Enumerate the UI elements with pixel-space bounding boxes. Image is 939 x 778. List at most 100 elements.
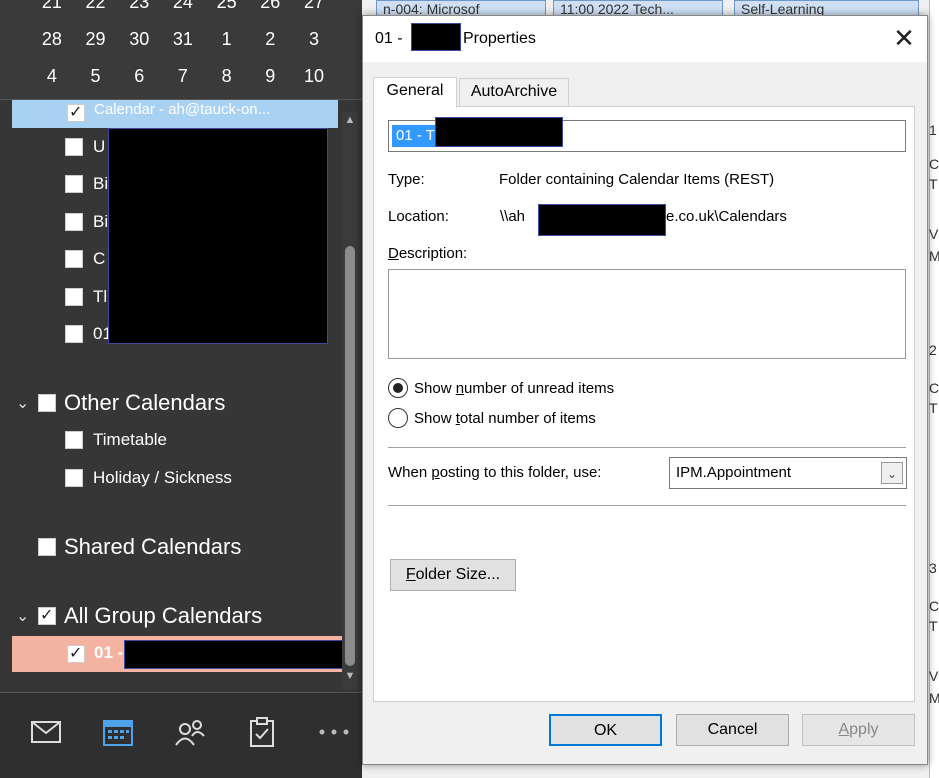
folder-scrollbar[interactable]: ▲ ▼ xyxy=(342,112,358,690)
mini-calendar-day[interactable]: 7 xyxy=(161,66,205,87)
group-checkbox[interactable] xyxy=(38,605,56,625)
mini-calendar-day[interactable]: 24 xyxy=(161,0,205,13)
folder-name-input[interactable]: 01 - T xyxy=(388,117,906,152)
calendar-checkbox[interactable] xyxy=(67,102,85,122)
description-textarea[interactable] xyxy=(388,269,906,359)
calendar-item[interactable]: U xyxy=(65,135,105,159)
folder-size-button[interactable]: Folder Size... xyxy=(390,559,516,591)
type-label: Type: xyxy=(388,171,425,188)
mini-calendar-week: 4 5 6 7 8 9 10 xyxy=(30,66,336,87)
calendar-icon[interactable] xyxy=(100,717,136,747)
folder-pane: 21 22 23 24 25 26 27 28 29 30 31 1 2 3 4… xyxy=(0,0,362,778)
redacted-region xyxy=(411,23,461,51)
more-icon[interactable] xyxy=(316,717,352,747)
type-value: Folder containing Calendar Items (REST) xyxy=(499,171,775,188)
mini-calendar-day[interactable]: 4 xyxy=(30,66,74,87)
group-label: All Group Calendars xyxy=(64,603,263,628)
close-icon[interactable]: ✕ xyxy=(891,24,917,52)
calendar-item[interactable]: Tl xyxy=(65,285,107,309)
chevron-down-icon[interactable]: ⌄ xyxy=(16,606,34,626)
calendar-checkbox[interactable] xyxy=(65,250,83,268)
mini-calendar-day[interactable]: 26 xyxy=(248,0,292,13)
chevron-down-icon[interactable]: ⌄ xyxy=(16,393,34,413)
location-value-suffix: e.co.uk\Calendars xyxy=(666,208,787,225)
calendar-item[interactable]: Bi xyxy=(65,210,108,234)
calendar-checkbox[interactable] xyxy=(65,213,83,231)
scroll-up-arrow-icon[interactable]: ▲ xyxy=(342,114,358,130)
show-total-label[interactable]: Show total number of items xyxy=(414,410,596,427)
calendar-label: Bi xyxy=(93,174,109,193)
posting-form-select[interactable]: IPM.Appointment ⌄ xyxy=(669,457,907,489)
mini-calendar-day[interactable]: 23 xyxy=(117,0,161,13)
tab-general[interactable]: General xyxy=(373,77,457,108)
selected-calendar-row[interactable]: Calendar - ah@tauck-on... xyxy=(12,100,338,128)
mini-calendar-day[interactable]: 27 xyxy=(292,0,336,13)
mini-calendar-day[interactable]: 5 xyxy=(74,66,118,87)
group-label: Shared Calendars xyxy=(64,534,242,559)
mini-calendar-day[interactable]: 31 xyxy=(161,29,205,50)
mini-calendar: 21 22 23 24 25 26 27 28 29 30 31 1 2 3 4… xyxy=(0,0,362,100)
edge-text: T xyxy=(929,400,938,416)
calendar-checkbox[interactable] xyxy=(65,175,83,193)
dialog-title: Properties xyxy=(463,30,536,47)
dialog-title-prefix: 01 - xyxy=(375,30,403,47)
calendar-item[interactable]: Holiday / Sickness xyxy=(65,466,232,490)
edge-text: C xyxy=(929,380,939,396)
calendar-label: Tl xyxy=(93,287,108,306)
calendar-item[interactable]: 01 xyxy=(65,322,112,346)
location-value-prefix: \\ah xyxy=(500,208,526,225)
mail-icon[interactable] xyxy=(28,717,64,747)
posting-form-value: IPM.Appointment xyxy=(676,464,792,481)
mini-calendar-day[interactable]: 29 xyxy=(74,29,118,50)
group-checkbox[interactable] xyxy=(38,394,56,412)
show-unread-label[interactable]: Show number of unread items xyxy=(414,380,614,397)
mini-calendar-day[interactable]: 2 xyxy=(248,29,292,50)
calendar-label: U xyxy=(93,137,106,156)
mini-calendar-day[interactable]: 28 xyxy=(30,29,74,50)
tab-autoarchive[interactable]: AutoArchive xyxy=(459,78,569,106)
scroll-thumb[interactable] xyxy=(345,246,355,666)
calendar-item[interactable]: Bi xyxy=(65,172,108,196)
ok-button[interactable]: OK xyxy=(549,714,662,746)
group-checkbox[interactable] xyxy=(38,538,56,556)
calendar-item[interactable]: C xyxy=(65,247,105,271)
other-calendars-group[interactable]: ⌄ Other Calendars xyxy=(16,390,225,416)
dialog-titlebar[interactable]: 01 - Properties ✕ xyxy=(363,16,927,62)
scroll-down-arrow-icon[interactable]: ▼ xyxy=(342,670,358,686)
calendar-checkbox[interactable] xyxy=(65,431,83,449)
mini-calendar-day[interactable]: 10 xyxy=(292,66,336,87)
calendar-label: Timetable xyxy=(93,430,168,449)
mini-calendar-day[interactable]: 9 xyxy=(248,66,292,87)
calendar-label: 01 - xyxy=(94,643,124,662)
calendar-checkbox[interactable] xyxy=(65,288,83,306)
apply-button[interactable]: Apply xyxy=(802,714,915,746)
calendar-checkbox[interactable] xyxy=(65,138,83,156)
mini-calendar-week: 21 22 23 24 25 26 27 xyxy=(30,0,336,13)
mini-calendar-day[interactable]: 30 xyxy=(117,29,161,50)
calendar-label: Holiday / Sickness xyxy=(93,468,232,487)
mini-calendar-day[interactable]: 8 xyxy=(205,66,249,87)
mini-calendar-day[interactable]: 1 xyxy=(205,29,249,50)
redacted-region xyxy=(435,117,563,147)
shared-calendars-group[interactable]: Shared Calendars xyxy=(38,534,241,560)
mini-calendar-day[interactable]: 25 xyxy=(205,0,249,13)
calendar-item[interactable]: Timetable xyxy=(65,428,167,452)
edge-text: V xyxy=(929,226,939,242)
chevron-down-icon[interactable]: ⌄ xyxy=(881,462,903,484)
navigation-bar xyxy=(0,692,362,778)
edge-text: C xyxy=(929,156,939,172)
all-group-calendars-group[interactable]: ⌄ All Group Calendars xyxy=(16,603,262,629)
cancel-button[interactable]: Cancel xyxy=(676,714,789,746)
mini-calendar-day[interactable]: 21 xyxy=(30,0,74,13)
edge-text: C xyxy=(929,598,939,614)
people-icon[interactable] xyxy=(172,717,208,747)
mini-calendar-day[interactable]: 6 xyxy=(117,66,161,87)
show-total-radio[interactable] xyxy=(388,408,408,428)
mini-calendar-day[interactable]: 22 xyxy=(74,0,118,13)
tasks-icon[interactable] xyxy=(244,717,280,747)
mini-calendar-day[interactable]: 3 xyxy=(292,29,336,50)
show-unread-radio[interactable] xyxy=(388,378,408,398)
calendar-checkbox[interactable] xyxy=(67,643,85,663)
calendar-checkbox[interactable] xyxy=(65,469,83,487)
calendar-checkbox[interactable] xyxy=(65,325,83,343)
